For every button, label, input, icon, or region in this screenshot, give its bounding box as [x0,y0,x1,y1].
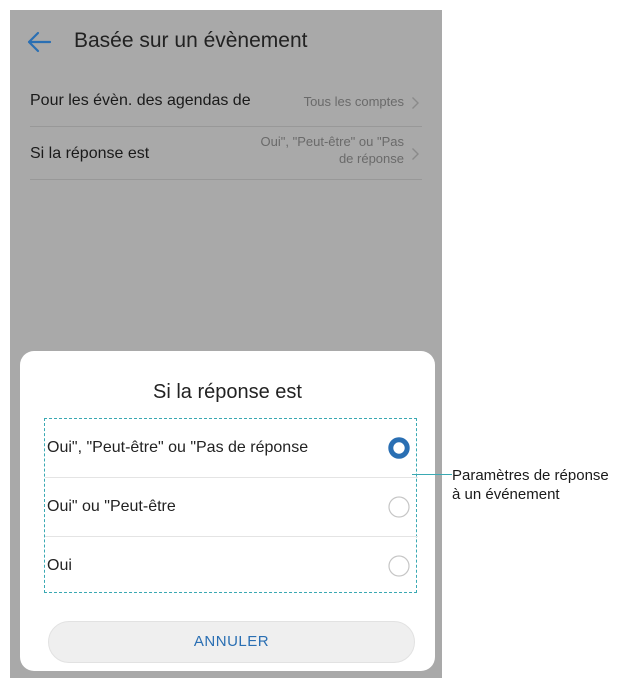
callout-annotation: Paramètres de réponse à un événement [452,466,609,504]
response-options-group: Oui", "Peut-être" ou "Pas de réponse Oui… [44,418,418,595]
option-label: Oui", "Peut-être" ou "Pas de réponse [47,439,309,456]
setting-calendars-label: Pour les évèn. des agendas de [30,92,251,109]
option-yes[interactable]: Oui [45,537,418,595]
option-label: Oui [47,557,72,574]
callout-line [412,474,452,476]
setting-response-label: Si la réponse est [30,145,150,162]
back-arrow-icon[interactable] [26,30,52,54]
chevron-right-icon [412,148,419,160]
setting-calendars-row[interactable]: Pour les évèn. des agendas de Tous les c… [30,74,422,127]
setting-response-value: Oui", "Peut-être" ou "Pas de réponse [260,134,404,166]
response-dialog: Si la réponse est Oui", "Peut-être" ou "… [20,351,435,671]
dialog-title: Si la réponse est [153,381,302,403]
setting-response-row[interactable]: Si la réponse est Oui", "Peut-être" ou "… [30,126,422,180]
setting-calendars-value: Tous les comptes [303,94,404,109]
phone-screen: Basée sur un évènement Pour les évèn. de… [10,10,442,678]
cancel-button[interactable]: ANNULER [48,621,415,663]
radio-unselected-icon[interactable] [388,555,410,577]
callout-line-2: à un événement [452,486,560,503]
option-label: Oui" ou "Peut-être [47,498,176,515]
page-title: Basée sur un évènement [74,29,308,52]
app-header: Basée sur un évènement [10,10,442,74]
radio-selected-icon[interactable] [388,437,410,459]
option-all-responses[interactable]: Oui", "Peut-être" ou "Pas de réponse [45,419,418,478]
chevron-right-icon [412,97,419,109]
option-yes-maybe[interactable]: Oui" ou "Peut-être [45,478,418,537]
callout-line-1: Paramètres de réponse [452,467,609,484]
radio-unselected-icon[interactable] [388,496,410,518]
